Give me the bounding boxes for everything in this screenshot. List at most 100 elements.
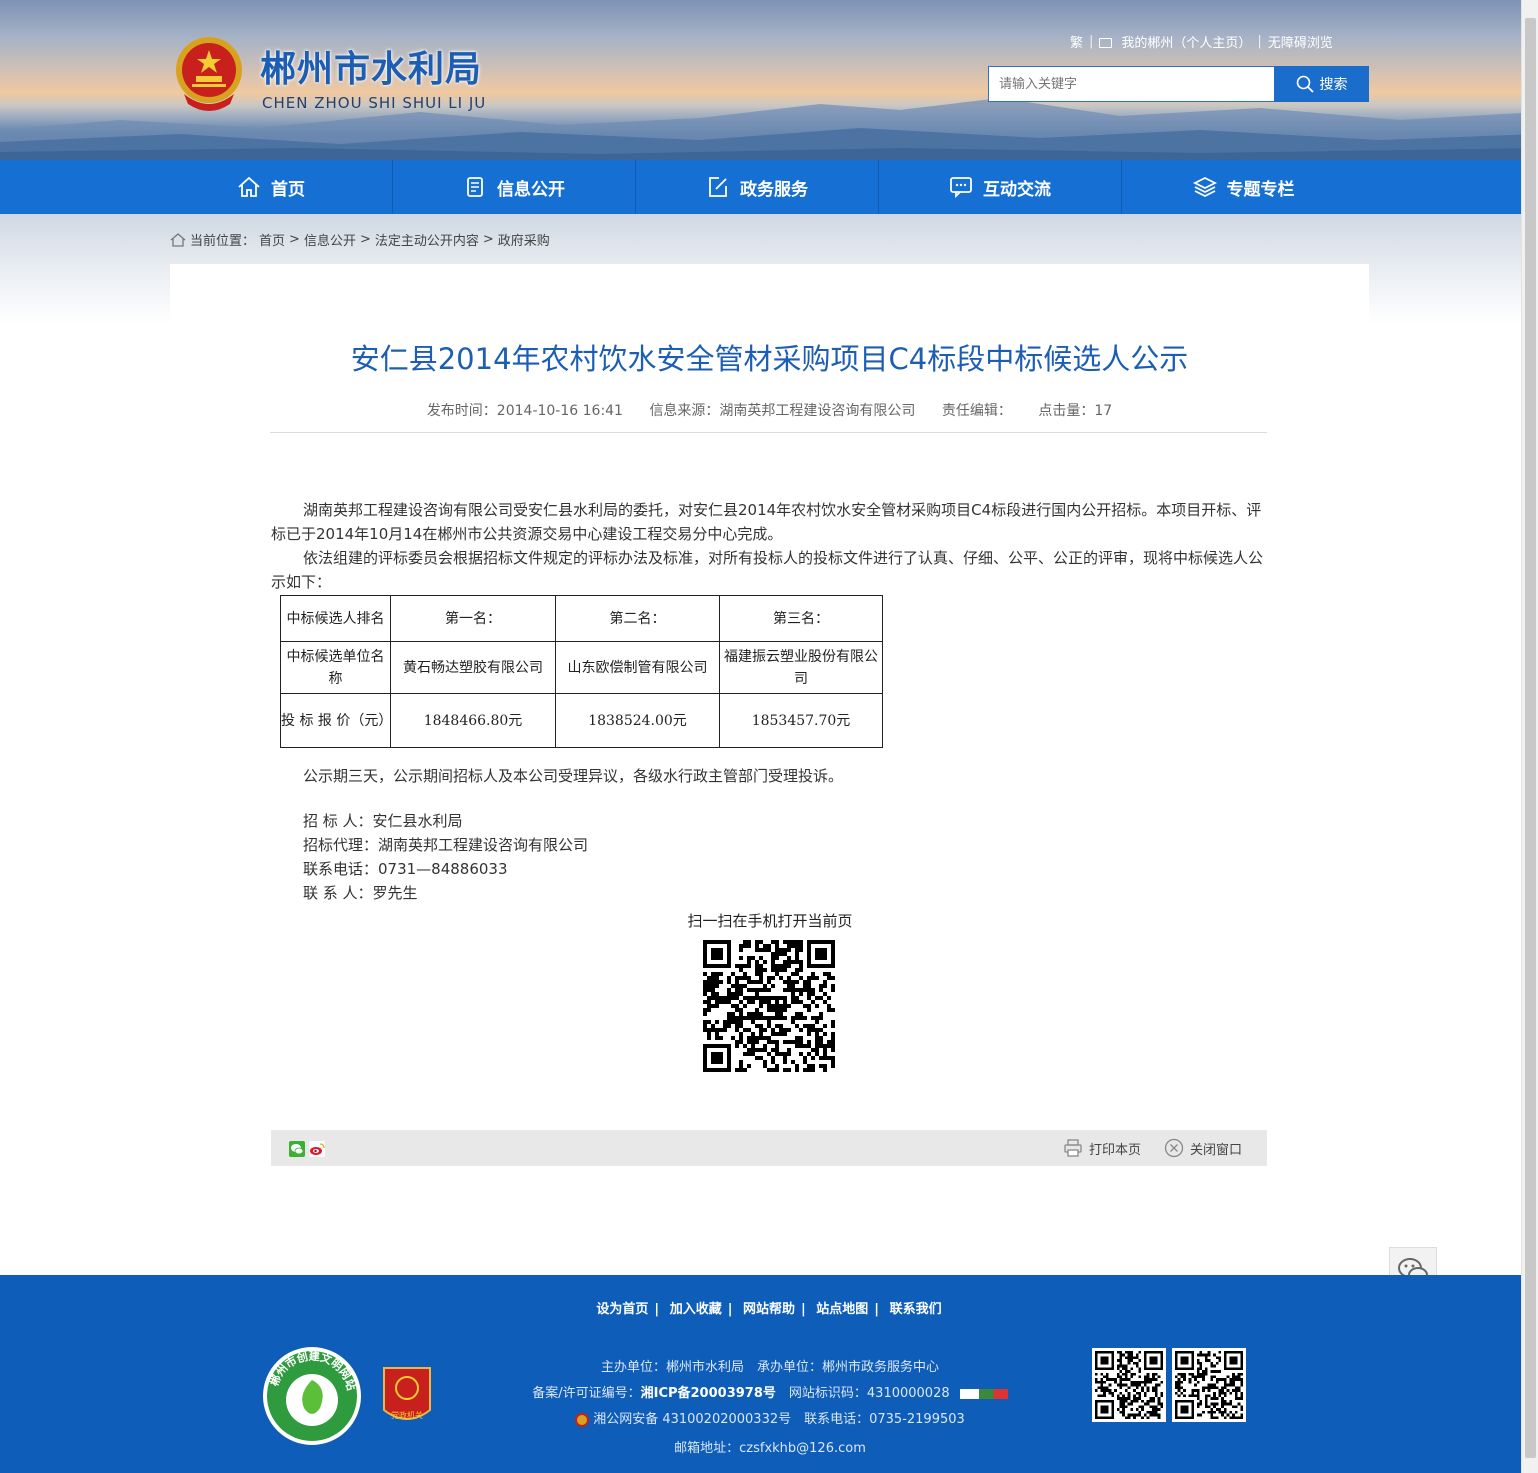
search-button-label: 搜索	[1319, 77, 1348, 93]
document-icon	[467, 177, 483, 197]
article-title: 安仁县2014年农村饮水安全管材采购项目C4标段中标候选人公示	[350, 342, 1189, 376]
search-button[interactable]: 搜索	[1274, 66, 1369, 102]
scrollbar-thumb[interactable]	[1525, 18, 1536, 1458]
article-paragraph: 湖南英邦工程建设咨询有限公司受安仁县水利局的委托，对安仁县2014年农村饮水安全…	[271, 501, 1262, 543]
scrollbar[interactable]	[1521, 0, 1538, 1473]
nav-item-interaction[interactable]: 互动交流	[879, 160, 1122, 214]
qr-code-icon	[1175, 1351, 1243, 1419]
nav-label: 互动交流	[983, 179, 1051, 200]
candidate-table: 中标候选人排名 第一名： 第二名： 第三名： 中标候选单位名称 黄石畅达塑胶有限…	[280, 595, 883, 748]
table-cell: 投 标 报 价（元）	[280, 693, 392, 748]
table-cell: 第三名：	[719, 595, 883, 642]
nav-item-gov-service[interactable]: 政务服务	[636, 160, 879, 214]
qr-code-icon	[703, 940, 835, 1072]
footer-icp: 备案/许可证编号：湘ICP备20003978号 网站标识码：4310000028	[470, 1382, 1070, 1401]
nav-item-special-topics[interactable]: 专题专栏	[1122, 160, 1365, 214]
layers-icon	[1192, 176, 1217, 198]
contact-line: 招 标 人：安仁县水利局	[303, 812, 463, 830]
accessibility-link[interactable]: 无障碍浏览	[1268, 32, 1333, 51]
monitor-icon	[1099, 37, 1113, 48]
table-cell: 山东欧偿制管有限公司	[555, 641, 720, 694]
top-links: 繁 | 我的郴州（个人主页） | 无障碍浏览	[1070, 32, 1333, 51]
close-label: 关闭窗口	[1190, 1142, 1243, 1158]
site-id-badge	[959, 1388, 1008, 1399]
main-nav: 首页 信息公开 政务服务 互动交流 专题专栏	[0, 160, 1538, 214]
nav-item-home[interactable]: 首页	[150, 160, 393, 214]
article-paragraph: 公示期三天，公示期间招标人及本公司受理异议，各级水行政主管部门受理投诉。	[303, 767, 844, 785]
nav-label: 首页	[271, 179, 305, 200]
info-source: 信息来源：湖南英邦工程建设咨询有限公司	[649, 403, 916, 419]
search-input[interactable]	[988, 66, 1274, 102]
breadcrumb-item[interactable]: 法定主动公开内容	[375, 230, 479, 249]
header-banner: 郴州市水利局 CHEN ZHOU SHI SHUI LI JU 繁 | 我的郴州…	[0, 0, 1538, 160]
print-label: 打印本页	[1089, 1142, 1142, 1158]
breadcrumb-item[interactable]: 信息公开	[304, 230, 356, 249]
table-cell: 第二名：	[555, 595, 720, 642]
breadcrumb: 当前位置： 首页 > 信息公开 > 法定主动公开内容 > 政府采购	[170, 230, 550, 249]
publish-time: 发布时间：2014-10-16 16:41	[426, 403, 623, 419]
table-row: 中标候选人排名 第一名： 第二名： 第三名：	[280, 595, 883, 642]
footer-email: 邮箱地址：czsfxkhb@126.com	[674, 1441, 866, 1456]
breadcrumb-item[interactable]: 首页	[259, 230, 285, 249]
footer-links: 设为首页 | 加入收藏 | 网站帮助 | 站点地图 | 联系我们	[596, 1302, 942, 1317]
breadcrumb-item[interactable]: 政府采购	[498, 230, 550, 249]
footer-link-contact[interactable]: 联系我们	[890, 1302, 942, 1317]
site-title: 郴州市水利局	[260, 49, 483, 90]
footer-link-favorite[interactable]: 加入收藏	[670, 1302, 722, 1317]
footer-link-sitemap[interactable]: 站点地图	[816, 1302, 868, 1317]
table-cell: 中标候选单位名称	[280, 641, 391, 694]
national-emblem-icon	[176, 37, 242, 111]
edit-icon	[709, 177, 727, 197]
footer-host: 主办单位：郴州市水利局 承办单位：郴州市政务服务中心	[600, 1360, 939, 1375]
share-bar: 打印本页 关闭窗口	[271, 1130, 1267, 1166]
party-gov-badge[interactable]: 党政机关	[380, 1366, 434, 1428]
table-cell: 1848466.80元	[390, 693, 556, 748]
my-chenzhou-link[interactable]: 我的郴州（个人主页）	[1121, 32, 1251, 51]
civilized-website-badge[interactable]: 郴州市创建文明网站	[262, 1346, 362, 1446]
table-cell: 第一名：	[390, 595, 556, 642]
wechat-icon[interactable]	[289, 1141, 305, 1157]
table-row: 投 标 报 价（元） 1848466.80元 1838524.00元 18534…	[280, 693, 883, 748]
contact-line: 联 系 人：罗先生	[303, 884, 418, 902]
editor: 责任编辑：	[941, 403, 1012, 419]
breadcrumb-prefix: 当前位置：	[190, 234, 256, 249]
nav-label: 信息公开	[497, 179, 565, 200]
click-count: 点击量：17	[1038, 403, 1113, 419]
home-icon	[170, 232, 186, 247]
table-row: 中标候选单位名称 黄石畅达塑胶有限公司 山东欧偿制管有限公司 福建振云塑业股份有…	[280, 641, 883, 694]
icp-link[interactable]: 湘ICP备20003978号	[641, 1386, 776, 1401]
footer-qr-code-2	[1172, 1348, 1246, 1422]
divider	[270, 432, 1267, 433]
footer-qr-code-1	[1092, 1348, 1166, 1422]
table-cell: 中标候选人排名	[280, 595, 391, 642]
traditional-chinese-link[interactable]: 繁	[1070, 32, 1083, 51]
close-window-button[interactable]: 关闭窗口	[1164, 1138, 1242, 1158]
footer-police: 湘公网安备 43100202000332号 联系电话：0735-2199503	[470, 1408, 1070, 1427]
page: 郴州市水利局 CHEN ZHOU SHI SHUI LI JU 繁 | 我的郴州…	[0, 0, 1538, 1473]
footer-link-homepage[interactable]: 设为首页	[596, 1302, 648, 1317]
nav-label: 专题专栏	[1226, 179, 1295, 200]
table-cell: 黄石畅达塑胶有限公司	[390, 641, 556, 694]
table-cell: 福建振云塑业股份有限公司	[719, 641, 883, 694]
table-cell: 1853457.70元	[719, 693, 883, 748]
footer-link-help[interactable]: 网站帮助	[743, 1302, 795, 1317]
qr-caption: 扫一扫在手机打开当前页	[687, 912, 853, 930]
home-icon	[238, 176, 260, 197]
search-icon	[1296, 75, 1314, 93]
contact-line: 联系电话：0731—84886033	[303, 860, 508, 878]
article-paragraph: 依法组建的评标委员会根据招标文件规定的评标办法及标准，对所有投标人的投标文件进行…	[271, 549, 1264, 591]
nav-item-info-public[interactable]: 信息公开	[393, 160, 636, 214]
chat-icon	[950, 177, 972, 199]
police-badge-icon	[575, 1412, 590, 1427]
site-subtitle: CHEN ZHOU SHI SHUI LI JU	[262, 94, 487, 112]
article-meta: 发布时间：2014-10-16 16:41 信息来源：湖南英邦工程建设咨询有限公…	[170, 400, 1369, 420]
contact-line: 招标代理：湖南英邦工程建设咨询有限公司	[303, 836, 589, 854]
print-button[interactable]: 打印本页	[1063, 1138, 1141, 1158]
nav-label: 政务服务	[740, 179, 808, 200]
search-box: 搜索	[988, 66, 1369, 102]
printer-icon	[1064, 1139, 1082, 1157]
weibo-icon[interactable]	[309, 1141, 325, 1157]
badge-text: 党政机关	[391, 1410, 423, 1420]
close-icon	[1164, 1138, 1184, 1158]
qr-code-icon	[1095, 1351, 1163, 1419]
